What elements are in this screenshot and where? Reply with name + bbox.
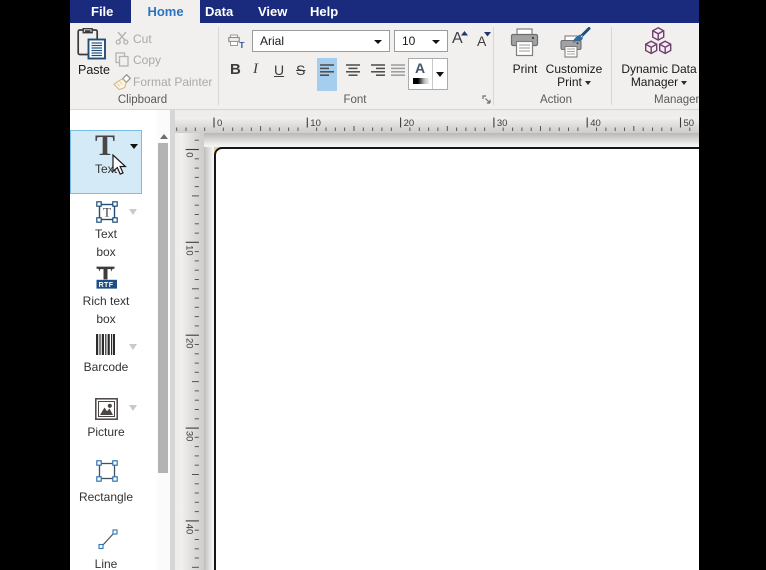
svg-text:10: 10 (183, 245, 194, 256)
svg-text:10: 10 (310, 118, 321, 129)
svg-text:20: 20 (404, 118, 415, 129)
svg-text:20: 20 (183, 338, 194, 349)
svg-text:T: T (103, 205, 111, 220)
svg-text:T: T (239, 40, 245, 49)
svg-text:40: 40 (183, 524, 194, 535)
svg-text:30: 30 (183, 431, 194, 442)
svg-text:30: 30 (497, 118, 508, 129)
svg-text:RTF: RTF (99, 282, 114, 289)
svg-text:40: 40 (590, 118, 601, 129)
svg-text:50: 50 (684, 118, 695, 129)
svg-text:0: 0 (183, 152, 194, 157)
svg-text:0: 0 (217, 118, 222, 129)
